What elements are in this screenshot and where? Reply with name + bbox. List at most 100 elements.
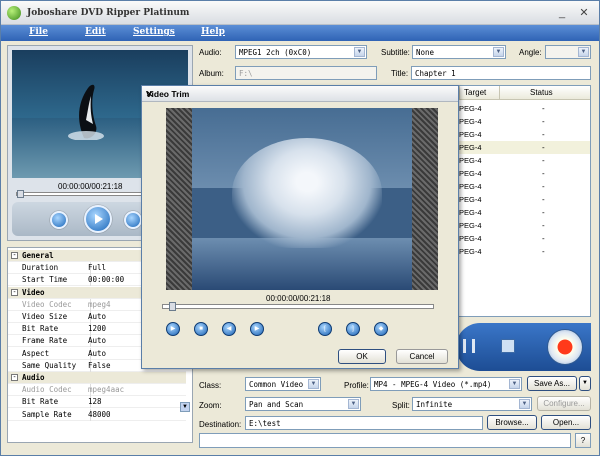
app-logo-icon	[7, 6, 21, 20]
status-cell: -	[542, 234, 545, 243]
property-key: Bit Rate	[22, 324, 59, 334]
seek-handle[interactable]	[17, 190, 24, 198]
split-select[interactable]: Infinite ▼	[412, 397, 532, 411]
menu-settings[interactable]: Settings	[133, 27, 175, 37]
stop-icon[interactable]	[124, 211, 142, 229]
configure-button[interactable]: Configure...	[537, 396, 591, 411]
property-value[interactable]: 00:00:00	[88, 275, 124, 284]
trim-seek-bar[interactable]	[162, 302, 434, 311]
property-value[interactable]: 48000	[88, 410, 111, 419]
browse-button[interactable]: Browse...	[487, 415, 537, 430]
property-key: Sample Rate	[22, 409, 72, 419]
property-row[interactable]: Sample Rate 48000	[8, 408, 186, 421]
previous-icon[interactable]	[50, 211, 68, 229]
help-button[interactable]: ?	[575, 433, 591, 448]
property-key: Same Quality	[22, 360, 77, 370]
trim-seek-handle[interactable]	[169, 302, 176, 311]
window-title: Joboshare DVD Ripper Platinum	[27, 8, 190, 18]
property-value[interactable]: mpeg4	[88, 300, 111, 309]
target-cell: PEG-4	[459, 234, 482, 243]
collapse-icon[interactable]: -	[11, 252, 18, 259]
property-key: Bit Rate	[22, 397, 59, 407]
step-forward-icon[interactable]: ▶	[250, 322, 264, 336]
whale-image	[68, 84, 104, 140]
audio-select[interactable]: MPEG1 2ch (0xC0) ▼	[235, 45, 367, 59]
angle-select[interactable]: ▼	[545, 45, 591, 59]
pause-icon[interactable]	[463, 339, 475, 353]
collapse-icon[interactable]: -	[11, 374, 18, 381]
target-cell: PEG-4	[459, 117, 482, 126]
property-value[interactable]: Auto	[88, 349, 106, 358]
cancel-button[interactable]: Cancel	[396, 349, 448, 364]
save-as-dropdown-icon[interactable]: ▼	[579, 376, 591, 391]
title-label: Title:	[391, 69, 409, 78]
class-select[interactable]: Common Video ▼	[245, 377, 321, 391]
play-icon[interactable]: ▶	[166, 322, 180, 336]
album-label: Album:	[199, 69, 224, 78]
property-value[interactable]: mpeg4aac	[88, 385, 124, 394]
zoom-label: Zoom:	[199, 401, 222, 410]
status-cell: -	[542, 247, 545, 256]
chevron-down-icon: ▼	[493, 47, 504, 57]
save-as-button[interactable]: Save As...	[527, 376, 577, 391]
start-convert-icon[interactable]	[547, 329, 583, 365]
subtitle-select[interactable]: None ▼	[412, 45, 506, 59]
target-cell: PEG-4	[459, 182, 482, 191]
property-key: Duration	[22, 263, 59, 273]
property-row[interactable]: Bit Rate 128	[8, 396, 186, 409]
album-input[interactable]: F:\	[235, 66, 377, 80]
property-group[interactable]: - Audio	[8, 372, 186, 384]
title-input[interactable]: Chapter 1	[411, 66, 591, 80]
menu-file[interactable]: File	[29, 27, 48, 37]
property-key: Frame Rate	[22, 336, 68, 346]
ok-button[interactable]: OK	[338, 349, 386, 364]
close-button[interactable]: ✕	[577, 6, 591, 20]
chevron-down-icon: ▼	[354, 47, 365, 57]
property-group-label: Audio	[22, 373, 45, 382]
property-row[interactable]: Audio Codec mpeg4aac	[8, 384, 186, 397]
play-icon[interactable]	[84, 205, 112, 233]
dialog-title-bar[interactable]: Video Trim ✕	[142, 86, 458, 102]
stop-icon[interactable]: ■	[194, 322, 208, 336]
zoom-select[interactable]: Pan and Scan ▼	[245, 397, 361, 411]
property-value[interactable]: 128	[88, 397, 102, 406]
status-cell: -	[542, 130, 545, 139]
scroll-down-icon[interactable]: ▼	[180, 402, 190, 412]
menu-help[interactable]: Help	[201, 27, 225, 37]
property-value[interactable]: Auto	[88, 312, 106, 321]
profile-select[interactable]: MP4 - MPEG-4 Video (*.mp4) ▼	[370, 377, 522, 391]
list-header-target[interactable]: Target	[460, 86, 500, 100]
property-value[interactable]: False	[88, 361, 111, 370]
split-label: Split:	[392, 401, 410, 410]
status-cell: -	[542, 104, 545, 113]
property-value[interactable]: 1200	[88, 324, 106, 333]
minimize-button[interactable]: _	[555, 6, 569, 20]
trim-time: 00:00:00/00:21:18	[266, 294, 331, 303]
profile-label: Profile:	[344, 381, 369, 390]
collapse-icon[interactable]: -	[11, 288, 18, 296]
list-header-status[interactable]: Status	[500, 86, 590, 100]
reset-trim-icon[interactable]: ◆	[374, 322, 388, 336]
property-key: Video Size	[22, 312, 68, 321]
title-bar[interactable]: Joboshare DVD Ripper Platinum _ ✕	[1, 1, 599, 25]
open-button[interactable]: Open...	[541, 415, 591, 430]
chevron-down-icon: ▼	[348, 399, 359, 409]
property-key: Audio Codec	[22, 385, 72, 395]
status-cell: -	[542, 195, 545, 204]
step-back-icon[interactable]: ◀	[222, 322, 236, 336]
set-start-icon[interactable]: [	[318, 322, 332, 336]
menu-edit[interactable]: Edit	[85, 27, 106, 37]
dialog-close-icon[interactable]: ✕	[146, 89, 452, 100]
property-value[interactable]: Full	[88, 263, 106, 272]
menu-bar: File Edit Settings Help	[1, 25, 599, 41]
subtitle-label: Subtitle:	[381, 48, 410, 57]
status-cell: -	[542, 143, 545, 152]
destination-input[interactable]: E:\test	[245, 416, 483, 430]
property-key: Video Codec	[22, 299, 72, 309]
property-group-label: General	[22, 251, 54, 260]
chevron-down-icon: ▼	[509, 379, 520, 389]
target-cell: PEG-4	[459, 130, 482, 139]
set-end-icon[interactable]: ]	[346, 322, 360, 336]
stop-encode-icon[interactable]	[501, 339, 515, 353]
property-value[interactable]: Auto	[88, 336, 106, 345]
